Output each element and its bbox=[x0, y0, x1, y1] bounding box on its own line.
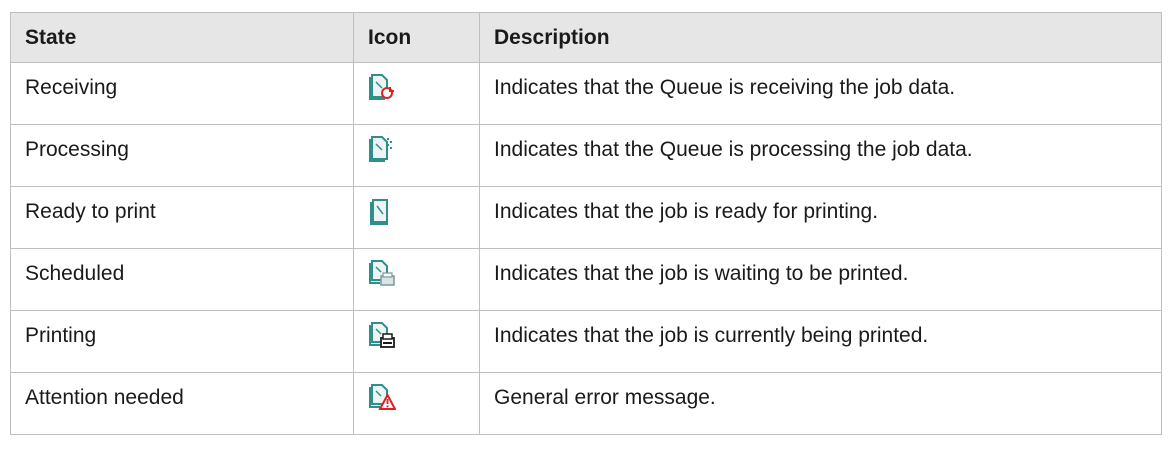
icon-cell bbox=[353, 310, 480, 373]
icon-cell bbox=[353, 62, 480, 125]
description-cell: General error message. bbox=[479, 372, 1162, 435]
document-ready-icon bbox=[368, 197, 396, 225]
state-cell: Printing bbox=[10, 310, 354, 373]
icon-cell bbox=[353, 124, 480, 187]
icon-cell bbox=[353, 186, 480, 249]
description-cell: Indicates that the Queue is processing t… bbox=[479, 124, 1162, 187]
table-row: Attention needed General error message. bbox=[10, 372, 1162, 435]
table-header-row: State Icon Description bbox=[10, 12, 1162, 63]
table-row: Receiving Indicates that the Queue is re… bbox=[10, 62, 1162, 125]
document-receiving-icon bbox=[368, 73, 396, 101]
column-header-description: Description bbox=[479, 12, 1162, 63]
description-cell: Indicates that the job is waiting to be … bbox=[479, 248, 1162, 311]
job-states-table-page: State Icon Description Receiving Indicat… bbox=[0, 0, 1170, 455]
column-header-state: State bbox=[10, 12, 354, 63]
icon-cell bbox=[353, 372, 480, 435]
document-scheduled-printer-icon bbox=[368, 259, 396, 287]
state-cell: Attention needed bbox=[10, 372, 354, 435]
state-cell: Receiving bbox=[10, 62, 354, 125]
icon-cell bbox=[353, 248, 480, 311]
table-row: Ready to print Indicates that the job is… bbox=[10, 186, 1162, 249]
description-cell: Indicates that the job is currently bein… bbox=[479, 310, 1162, 373]
state-cell: Processing bbox=[10, 124, 354, 187]
state-cell: Scheduled bbox=[10, 248, 354, 311]
job-states-table: State Icon Description Receiving Indicat… bbox=[10, 12, 1162, 435]
table-row: Scheduled Indicates that the job is wait… bbox=[10, 248, 1162, 311]
description-cell: Indicates that the Queue is receiving th… bbox=[479, 62, 1162, 125]
table-row: Printing Indicates that the job is curre… bbox=[10, 310, 1162, 373]
table-row: Processing Indicates that the Queue is p… bbox=[10, 124, 1162, 187]
document-processing-icon bbox=[368, 135, 396, 163]
document-warning-icon bbox=[368, 383, 396, 411]
column-header-icon: Icon bbox=[353, 12, 480, 63]
document-printing-printer-icon bbox=[368, 321, 396, 349]
state-cell: Ready to print bbox=[10, 186, 354, 249]
description-cell: Indicates that the job is ready for prin… bbox=[479, 186, 1162, 249]
